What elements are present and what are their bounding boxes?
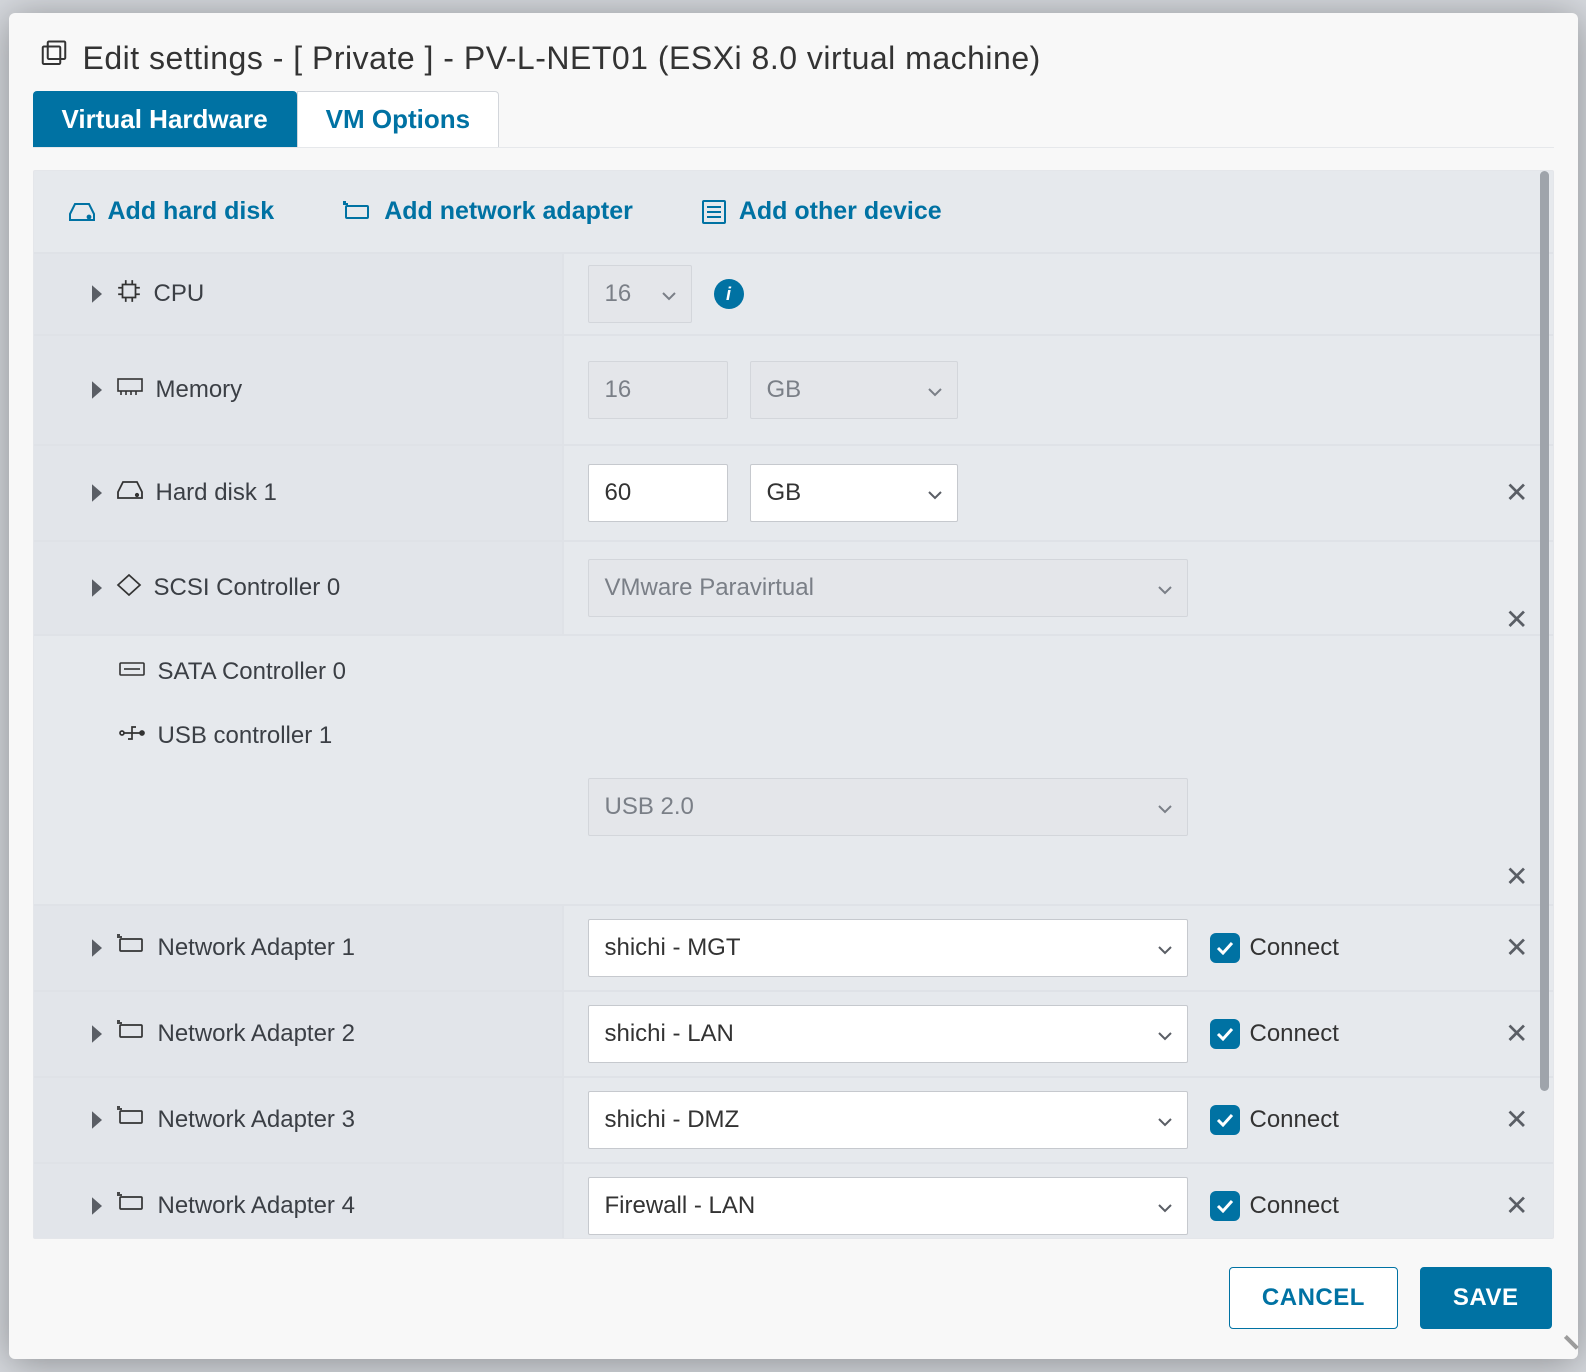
memory-unit-select[interactable]: GB [750, 361, 958, 419]
modal-title: Edit settings - [ Private ] - PV-L-NET01… [83, 40, 1041, 77]
nic-icon [116, 934, 146, 963]
cpu-count-select[interactable]: 16 [588, 265, 692, 323]
nic-1-connect-checkbox[interactable]: Connect [1210, 933, 1339, 963]
nic-2-connect-checkbox[interactable]: Connect [1210, 1019, 1339, 1049]
device-list: CPU 16 i Memory [34, 252, 1553, 1238]
row-network-adapter-2: Network Adapter 2 shichi - LAN Connect ✕ [34, 990, 1553, 1076]
expand-cpu[interactable] [90, 284, 104, 304]
row-usb-controller-1: USB controller 1 [34, 708, 1553, 764]
nic-icon [116, 1106, 146, 1135]
add-network-adapter-button[interactable]: Add network adapter [342, 197, 633, 226]
hard-disk-label: Hard disk 1 [156, 479, 277, 507]
cpu-label: CPU [154, 280, 205, 308]
row-scsi-controller-0: SCSI Controller 0 VMware Paravirtual [34, 540, 1553, 634]
chevron-down-icon [1157, 1192, 1173, 1220]
memory-value-input[interactable]: 16 [588, 361, 728, 419]
remove-usb-button[interactable]: ✕ [1505, 863, 1528, 891]
sata-label: SATA Controller 0 [158, 658, 347, 686]
hdd-unit-select[interactable]: GB [750, 464, 958, 522]
tab-vm-options[interactable]: VM Options [297, 91, 499, 147]
row-memory: Memory 16 GB [34, 334, 1553, 444]
scsi-type-select[interactable]: VMware Paravirtual [588, 559, 1188, 617]
nic-label: Network Adapter 3 [158, 1106, 355, 1134]
add-hard-disk-button[interactable]: Add hard disk [68, 197, 275, 226]
scrollbar-thumb[interactable] [1540, 171, 1549, 1091]
add-device-toolbar: Add hard disk Add network adapter Add ot… [34, 171, 1553, 252]
scroll-region[interactable]: Add hard disk Add network adapter Add ot… [34, 171, 1553, 1238]
usb-label: USB controller 1 [158, 722, 333, 750]
chevron-down-icon [1157, 1106, 1173, 1134]
nic-label: Network Adapter 4 [158, 1192, 355, 1220]
chevron-down-icon [927, 479, 943, 507]
chevron-down-icon [1157, 934, 1173, 962]
row-hard-disk-1: Hard disk 1 GB ✕ [34, 444, 1553, 540]
expand-nic-4[interactable] [90, 1196, 104, 1216]
edit-settings-modal: Edit settings - [ Private ] - PV-L-NET01… [9, 13, 1578, 1359]
nic-1-network-select[interactable]: shichi - MGT [588, 919, 1188, 977]
scsi-icon [116, 574, 142, 603]
row-network-adapter-3: Network Adapter 3 shichi - DMZ Connect ✕ [34, 1076, 1553, 1162]
row-usb-value: USB 2.0 [34, 764, 1553, 850]
row-cpu: CPU 16 i [34, 252, 1553, 334]
tab-virtual-hardware[interactable]: Virtual Hardware [33, 91, 297, 147]
save-button[interactable]: SAVE [1420, 1267, 1552, 1329]
row-sata-controller-0: SATA Controller 0 ✕ [34, 634, 1553, 708]
remove-hdd-button[interactable]: ✕ [1505, 479, 1528, 507]
add-other-device-button[interactable]: Add other device [701, 197, 942, 226]
hdd-size-input[interactable] [588, 464, 728, 522]
nic-icon [116, 1192, 146, 1221]
nic-4-connect-checkbox[interactable]: Connect [1210, 1191, 1339, 1221]
remove-nic-4-button[interactable]: ✕ [1505, 1192, 1528, 1220]
sata-icon [118, 658, 146, 686]
expand-memory[interactable] [90, 380, 104, 400]
dialog-footer: CANCEL SAVE [9, 1239, 1578, 1359]
nic-3-network-select[interactable]: shichi - DMZ [588, 1091, 1188, 1149]
expand-scsi[interactable] [90, 578, 104, 598]
usb-icon [118, 722, 146, 750]
chevron-down-icon [1157, 1020, 1173, 1048]
cancel-button[interactable]: CANCEL [1229, 1267, 1398, 1329]
remove-nic-3-button[interactable]: ✕ [1505, 1106, 1528, 1134]
chevron-down-icon [1157, 574, 1173, 602]
hard-disk-icon [116, 478, 144, 509]
row-usb-spacer: ✕ [34, 850, 1553, 904]
usb-type-select[interactable]: USB 2.0 [588, 778, 1188, 836]
memory-label: Memory [156, 376, 243, 404]
cpu-icon [116, 278, 142, 311]
expand-nic-1[interactable] [90, 938, 104, 958]
nic-label: Network Adapter 1 [158, 934, 355, 962]
row-network-adapter-4: Network Adapter 4 Firewall - LAN Connect… [34, 1162, 1553, 1238]
cpu-info-icon[interactable]: i [714, 279, 744, 309]
tabs: Virtual Hardware VM Options [9, 91, 1578, 148]
nic-label: Network Adapter 2 [158, 1020, 355, 1048]
scrollbar[interactable] [1540, 171, 1549, 1238]
modal-header: Edit settings - [ Private ] - PV-L-NET01… [9, 13, 1578, 87]
nic-icon [116, 1020, 146, 1049]
chevron-down-icon [1157, 793, 1173, 821]
nic-4-network-select[interactable]: Firewall - LAN [588, 1177, 1188, 1235]
expand-nic-3[interactable] [90, 1110, 104, 1130]
chevron-down-icon [661, 280, 677, 308]
nic-3-connect-checkbox[interactable]: Connect [1210, 1105, 1339, 1135]
vm-icon [39, 39, 69, 77]
scsi-label: SCSI Controller 0 [154, 574, 341, 602]
expand-nic-2[interactable] [90, 1024, 104, 1044]
row-network-adapter-1: Network Adapter 1 shichi - MGT Connect ✕ [34, 904, 1553, 990]
chevron-down-icon [927, 376, 943, 404]
remove-nic-2-button[interactable]: ✕ [1505, 1020, 1528, 1048]
nic-2-network-select[interactable]: shichi - LAN [588, 1005, 1188, 1063]
remove-nic-1-button[interactable]: ✕ [1505, 934, 1528, 962]
remove-sata-button[interactable]: ✕ [1505, 606, 1528, 634]
expand-hard-disk-1[interactable] [90, 483, 104, 503]
memory-icon [116, 376, 144, 404]
hardware-panel: Add hard disk Add network adapter Add ot… [33, 170, 1554, 1239]
